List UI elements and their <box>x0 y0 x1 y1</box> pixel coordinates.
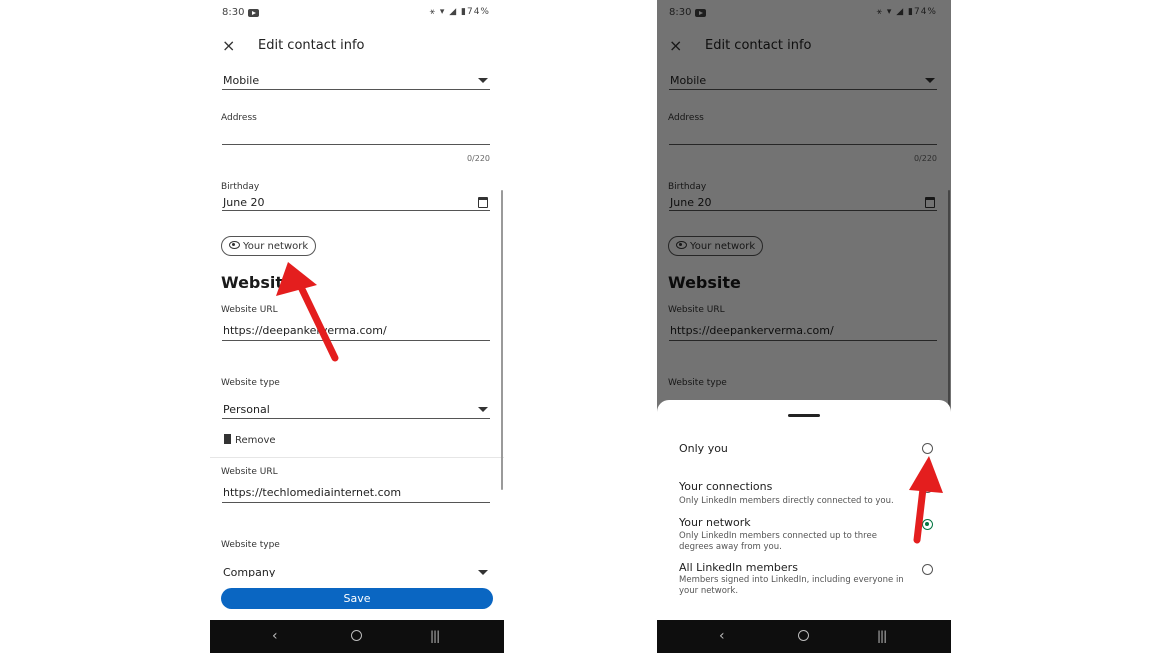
phone-screen-edit-contact: 8:30 ⚹ ▾ ◢ ▮74% × Edit contact info Mobi… <box>210 0 504 653</box>
annotation-arrow-right <box>909 456 943 544</box>
phone-screen-visibility-sheet: 8:30 ⚹ ▾ ◢ ▮74% × Edit contact info Mobi… <box>657 0 951 653</box>
annotation-arrow-left <box>276 262 339 362</box>
